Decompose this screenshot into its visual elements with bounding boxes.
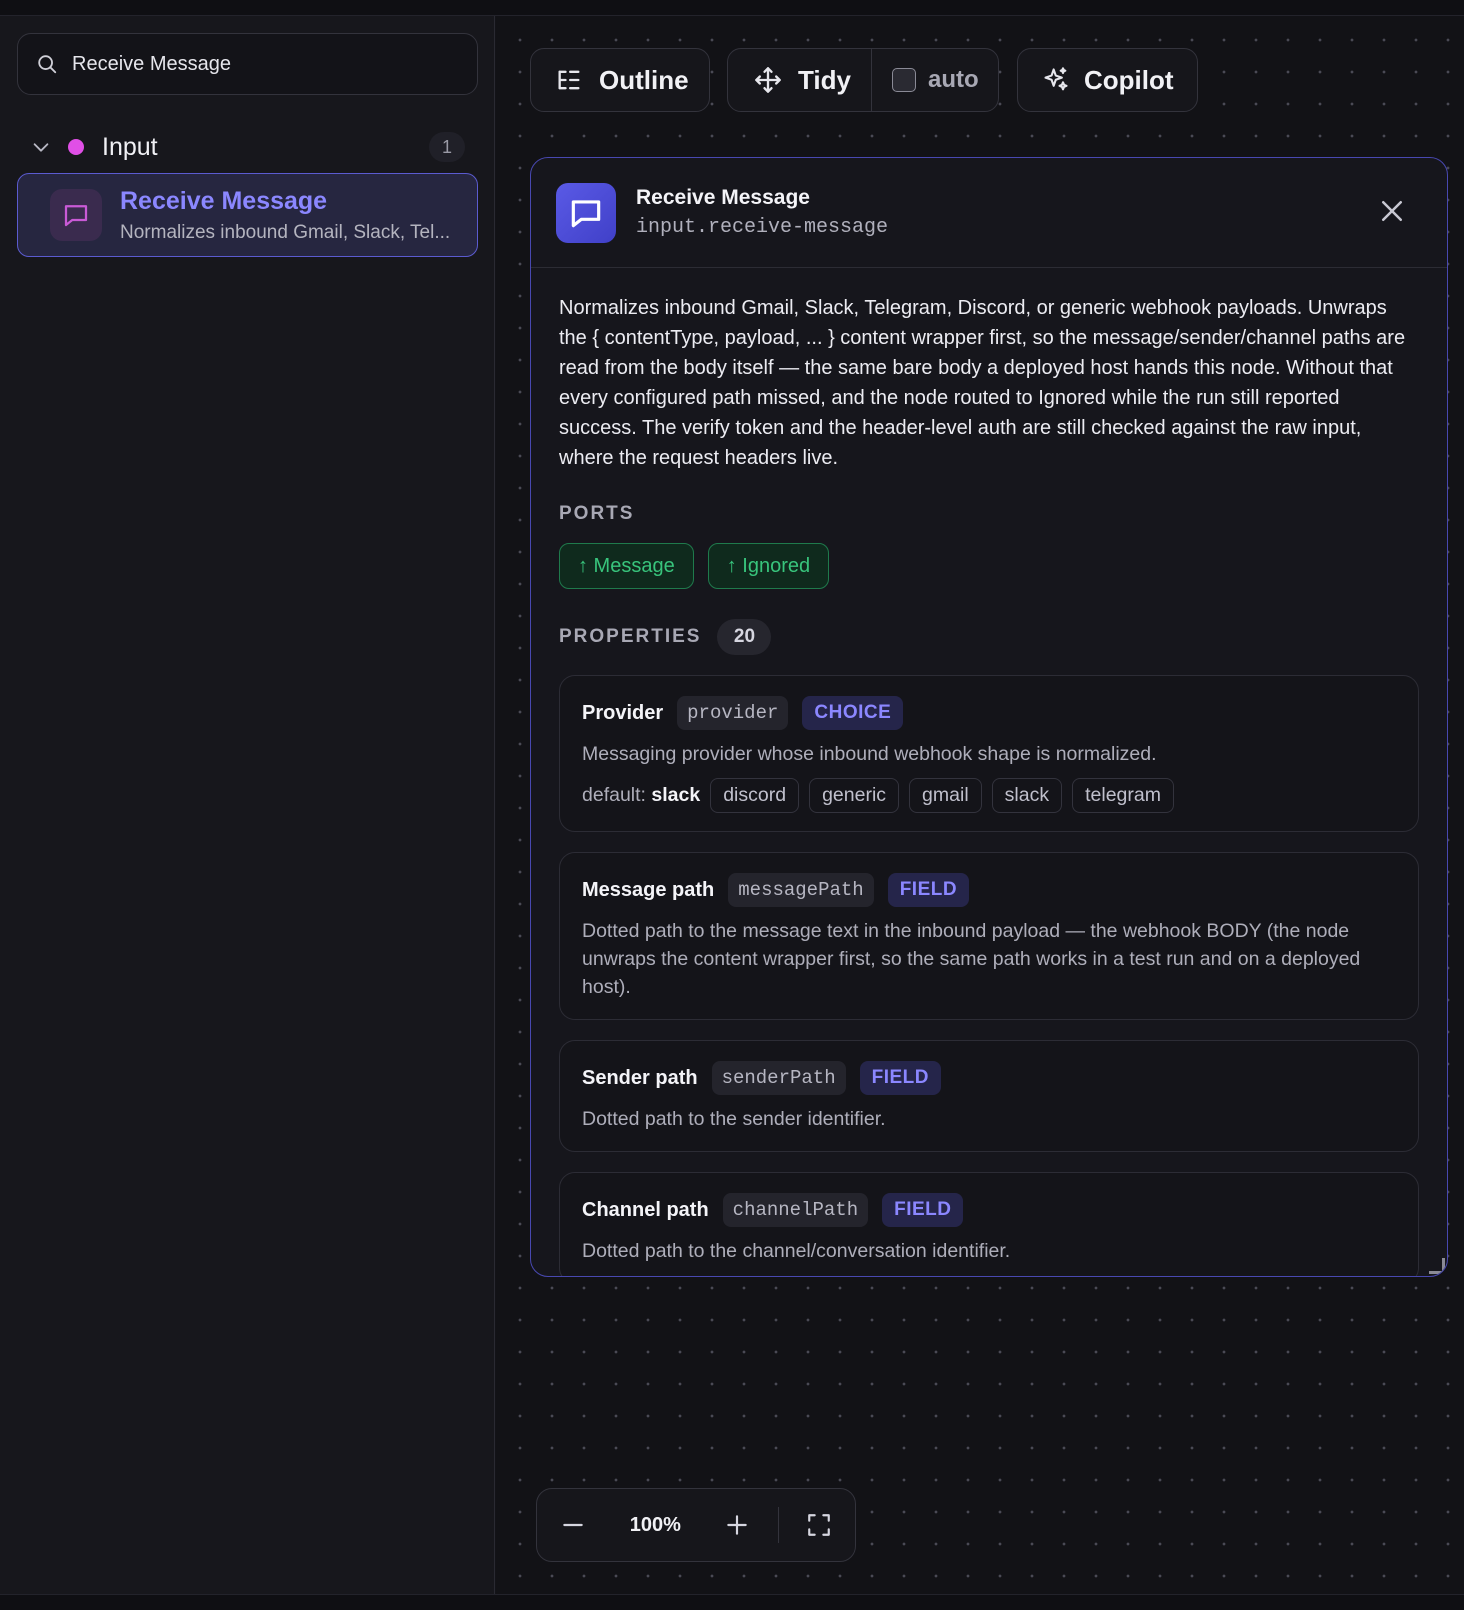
category-color-dot (68, 139, 84, 155)
panel-body: Normalizes inbound Gmail, Slack, Telegra… (531, 268, 1447, 1276)
property-name: Channel path (582, 1198, 709, 1221)
default-value: slack (651, 784, 701, 806)
zoom-separator (777, 1507, 779, 1543)
outline-list-icon (558, 70, 580, 90)
outline-button-label: Outline (599, 64, 689, 95)
properties-section-label: PROPERTIES 20 (559, 619, 1419, 655)
message-square-icon (64, 205, 88, 227)
property-key: channelPath (722, 1193, 869, 1227)
search-icon (38, 55, 57, 74)
panel-title: Receive Message (636, 186, 810, 209)
message-square-icon (571, 199, 601, 227)
fit-view-button[interactable] (783, 1488, 855, 1562)
outline-button[interactable]: Outline (530, 48, 710, 112)
option-chip[interactable]: discord (710, 778, 800, 813)
category-label: Input (102, 132, 158, 161)
port-message[interactable]: ↑ Message (559, 543, 694, 589)
top-bar (0, 0, 1464, 16)
sparkles-icon (1044, 67, 1068, 91)
option-chip[interactable]: telegram (1072, 778, 1174, 813)
option-chip[interactable]: slack (991, 778, 1063, 813)
search-input[interactable] (72, 52, 452, 76)
property-card-provider[interactable]: Provider provider CHOICE Messaging provi… (559, 675, 1419, 832)
zoom-level: 100% (629, 1513, 681, 1536)
option-chip[interactable]: gmail (909, 778, 982, 813)
property-kind-badge: FIELD (859, 1061, 941, 1095)
panel-node-icon (556, 182, 616, 243)
ports-label-text: PORTS (559, 503, 635, 524)
node-icon-container (50, 189, 102, 241)
node-list-item-receive-message[interactable]: Receive Message Normalizes inbound Gmail… (17, 173, 478, 257)
category-group-input[interactable]: Input 1 (30, 128, 465, 166)
zoom-controls: 100% (536, 1488, 856, 1562)
copilot-button[interactable]: Copilot (1017, 48, 1198, 112)
property-name: Sender path (582, 1066, 698, 1089)
properties-count-badge: 20 (717, 619, 772, 655)
move-arrows-icon (755, 67, 781, 93)
property-default-row: default: slack discord generic gmail sla… (582, 778, 1396, 813)
ports-section-label: PORTS (559, 503, 1419, 525)
node-detail-panel: Receive Message input.receive-message No… (530, 157, 1448, 1277)
node-item-subtitle: Normalizes inbound Gmail, Slack, Tel... (120, 221, 451, 243)
property-card-channel-path[interactable]: Channel path channelPath FIELD Dotted pa… (559, 1172, 1419, 1276)
auto-checkbox[interactable] (892, 68, 916, 92)
auto-label: auto (928, 66, 979, 93)
property-kind-badge: CHOICE (802, 696, 904, 730)
property-description: Messaging provider whose inbound webhook… (582, 743, 1157, 765)
zoom-in-button[interactable] (701, 1488, 773, 1562)
copilot-button-label: Copilot (1084, 64, 1174, 95)
tidy-button-group: Tidy auto (727, 48, 999, 112)
property-description: Dotted path to the message text in the i… (582, 920, 1361, 998)
zoom-out-button[interactable] (537, 1488, 609, 1562)
ports-list: ↑ Message ↑ Ignored (559, 543, 1419, 589)
properties-label-text: PROPERTIES (559, 626, 702, 647)
property-kind-badge: FIELD (882, 1193, 964, 1227)
auto-tidy-toggle[interactable]: auto (872, 49, 979, 111)
option-chip[interactable]: generic (809, 778, 900, 813)
tidy-button[interactable]: Tidy (728, 49, 872, 111)
plus-icon (727, 1515, 748, 1535)
node-item-title: Receive Message (120, 186, 328, 215)
property-key: provider (677, 696, 789, 730)
property-key: senderPath (711, 1061, 846, 1095)
sidebar: Input 1 Receive Message Normalizes inbou… (0, 16, 495, 1594)
bottom-bar (0, 1594, 1464, 1610)
property-card-sender-path[interactable]: Sender path senderPath FIELD Dotted path… (559, 1040, 1419, 1152)
close-icon[interactable] (1377, 196, 1407, 226)
property-key: messagePath (728, 873, 874, 907)
property-name: Message path (582, 878, 715, 901)
minus-icon (563, 1523, 583, 1527)
fullscreen-icon (807, 1514, 830, 1536)
default-label: default: slack (582, 784, 701, 806)
resize-handle[interactable] (1429, 1258, 1445, 1274)
property-name: Provider (582, 701, 664, 724)
port-ignored[interactable]: ↑ Ignored (707, 543, 830, 589)
node-description: Normalizes inbound Gmail, Slack, Telegra… (559, 297, 1406, 469)
search-box[interactable] (17, 33, 478, 95)
property-kind-badge: FIELD (887, 873, 970, 907)
panel-header: Receive Message input.receive-message (531, 158, 1447, 268)
property-description: Dotted path to the sender identifier. (582, 1108, 886, 1130)
category-count-badge: 1 (429, 132, 465, 162)
tidy-button-label: Tidy (798, 64, 851, 95)
property-card-message-path[interactable]: Message path messagePath FIELD Dotted pa… (559, 852, 1419, 1020)
chevron-down-icon[interactable] (30, 136, 52, 158)
panel-node-id: input.receive-message (636, 216, 889, 239)
property-description: Dotted path to the channel/conversation … (582, 1240, 1011, 1262)
